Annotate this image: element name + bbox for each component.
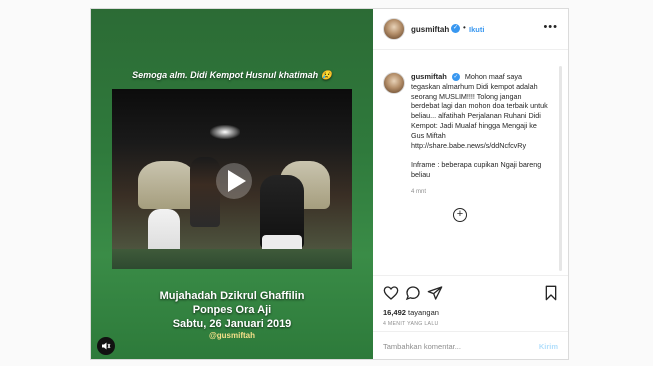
heart-icon[interactable] [383, 285, 399, 301]
view-count-number: 16,492 [383, 308, 406, 317]
header-username[interactable]: gusmiftah [411, 25, 449, 34]
comment-form: Kirim [373, 331, 568, 359]
action-bar: 16,492 tayangan 4 MENIT YANG LALU [373, 275, 568, 331]
header-separator: • [463, 23, 466, 32]
instagram-post: Semoga alm. Didi Kempot Husnul khatimah … [90, 8, 569, 360]
post-timestamp: 4 MENIT YANG LALU [383, 321, 439, 327]
video-line-date: Sabtu, 26 Januari 2019 [172, 318, 292, 330]
verified-badge-icon: ✓ [451, 24, 460, 33]
post-video[interactable]: Semoga alm. Didi Kempot Husnul khatimah … [91, 9, 373, 359]
video-frame[interactable] [112, 89, 352, 269]
post-header: gusmiftah ✓ • Ikuti ••• [373, 9, 568, 50]
follow-button[interactable]: Ikuti [469, 25, 484, 34]
video-text-overlay: Mujahadah Dzikrul Ghaffilin Ponpes Ora A… [91, 289, 373, 331]
post-comment-button[interactable]: Kirim [539, 342, 558, 351]
more-options-icon[interactable]: ••• [543, 21, 558, 33]
stage-floor [112, 249, 352, 269]
play-icon [227, 170, 246, 192]
view-count-label: tayangan [408, 308, 439, 317]
video-line-place: Ponpes Ora Aji [192, 304, 272, 316]
stage-light [210, 125, 240, 139]
comment-icon[interactable] [405, 285, 421, 301]
post-sidebar: gusmiftah ✓ • Ikuti ••• gusmiftah ✓ Moho… [373, 9, 568, 359]
caption-avatar[interactable] [383, 72, 405, 94]
share-icon[interactable] [427, 285, 443, 301]
video-handle: @gusmiftah [208, 331, 256, 340]
comments-area: gusmiftah ✓ Mohon maaf saya tegaskan alm… [373, 50, 568, 275]
caption-time: 4 mnt [411, 188, 427, 195]
post-caption: gusmiftah ✓ Mohon maaf saya tegaskan alm… [411, 72, 549, 198]
speaker-icon [102, 342, 111, 350]
video-top-caption: Semoga alm. Didi Kempot Husnul khatimah … [132, 70, 332, 80]
stage-decoration-left [138, 161, 196, 209]
play-button[interactable] [216, 163, 252, 199]
load-more-comments-button[interactable]: + [453, 208, 467, 222]
video-line-event: Mujahadah Dzikrul Ghaffilin [159, 290, 305, 302]
avatar[interactable] [383, 18, 405, 40]
mute-button[interactable] [97, 337, 115, 355]
scrollbar[interactable] [559, 66, 562, 271]
view-count: 16,492 tayangan [383, 308, 439, 317]
bookmark-icon[interactable] [543, 285, 559, 301]
caption-text: Mohon maaf saya tegaskan almarhum Didi k… [411, 72, 548, 179]
comment-input[interactable] [383, 338, 523, 354]
caption-verified-badge-icon: ✓ [451, 73, 460, 82]
person-standing [190, 157, 220, 227]
caption-username[interactable]: gusmiftah [411, 72, 447, 81]
